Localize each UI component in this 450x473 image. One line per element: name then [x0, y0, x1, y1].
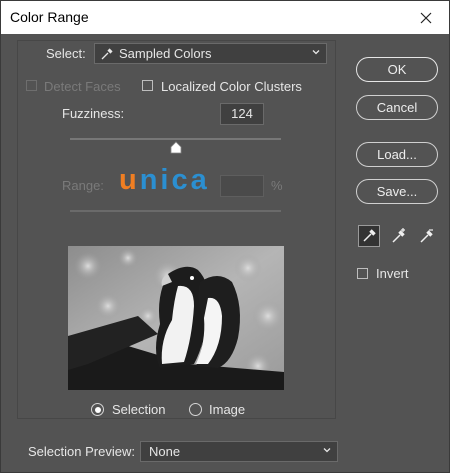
select-label: Select:: [46, 46, 86, 61]
selection-preview-value: None: [149, 444, 181, 459]
localized-color-clusters-label: Localized Color Clusters: [161, 79, 302, 94]
color-range-dialog: Color Range Select: Sampled Colors Detec…: [0, 0, 450, 473]
title-bar: Color Range: [1, 1, 449, 34]
selection-preview-dropdown[interactable]: None: [140, 441, 338, 462]
fuzziness-input[interactable]: 124: [220, 103, 264, 125]
chevron-down-icon: [323, 448, 331, 453]
detect-faces-checkbox[interactable]: [26, 80, 37, 91]
save-button[interactable]: Save...: [356, 179, 438, 204]
image-radio[interactable]: [189, 403, 202, 416]
preview-image: [68, 246, 284, 390]
selection-radio[interactable]: [91, 403, 104, 416]
eyedropper-icon: [363, 229, 376, 242]
close-icon: [420, 12, 432, 23]
selection-radio-dot: [94, 406, 101, 413]
close-button[interactable]: [403, 1, 449, 34]
unica-logo: unica: [119, 164, 210, 194]
ok-button[interactable]: OK: [356, 57, 438, 82]
subtract-from-sample-tool-button[interactable]: [416, 225, 438, 247]
detect-faces-label: Detect Faces: [44, 79, 121, 94]
eyedropper-tool-button[interactable]: [358, 225, 380, 247]
select-value: Sampled Colors: [119, 46, 212, 61]
svg-text:unica: unica: [119, 164, 210, 194]
localized-color-clusters-checkbox[interactable]: [142, 80, 153, 91]
range-label: Range:: [62, 178, 104, 193]
select-dropdown[interactable]: Sampled Colors: [94, 43, 327, 64]
cancel-button[interactable]: Cancel: [356, 95, 438, 120]
invert-checkbox[interactable]: [357, 268, 368, 279]
range-input[interactable]: [220, 175, 264, 197]
add-to-sample-tool-button[interactable]: [388, 225, 410, 247]
chevron-down-icon: [312, 50, 320, 55]
image-radio-label: Image: [209, 402, 246, 417]
range-unit: %: [271, 178, 283, 193]
fuzziness-slider-thumb[interactable]: [169, 141, 183, 155]
eyedropper-minus-icon: [420, 229, 433, 243]
dialog-title: Color Range: [10, 9, 89, 25]
eyedropper-icon: [101, 48, 113, 60]
range-slider-track[interactable]: [70, 210, 281, 212]
eyedropper-plus-icon: [392, 228, 405, 243]
fuzziness-slider-track[interactable]: [70, 138, 281, 140]
fuzziness-label: Fuzziness:: [62, 106, 125, 121]
load-button[interactable]: Load...: [356, 142, 438, 167]
selection-radio-label: Selection: [112, 402, 166, 417]
invert-label: Invert: [376, 266, 409, 281]
selection-preview-label: Selection Preview:: [28, 444, 135, 459]
